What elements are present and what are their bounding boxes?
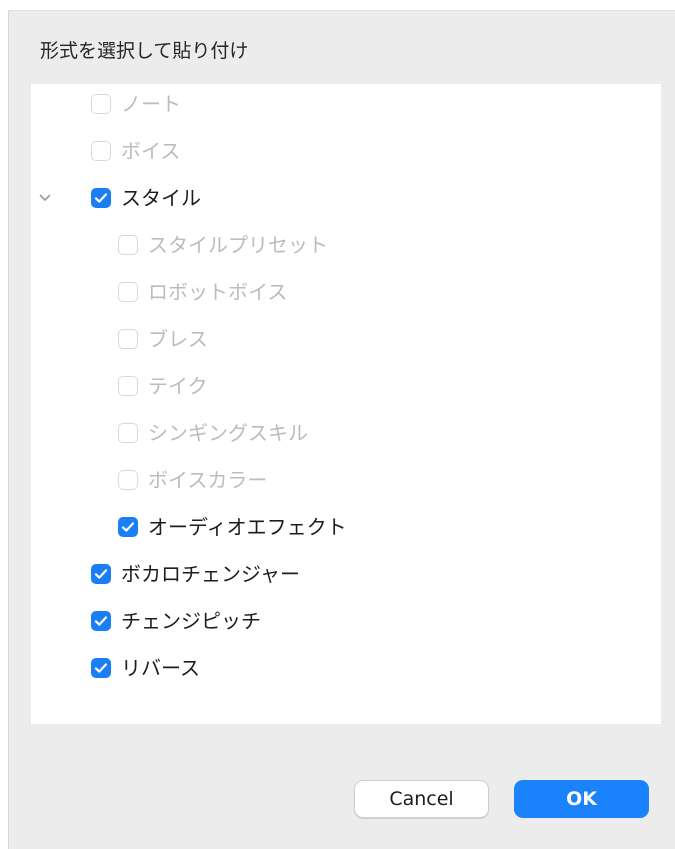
option-label: ボイス	[121, 139, 181, 163]
checkbox-change-pitch[interactable]	[91, 611, 111, 631]
option-label: ボイスカラー	[148, 468, 268, 492]
option-label: シンギングスキル	[148, 421, 308, 445]
ok-button[interactable]: OK	[514, 780, 649, 818]
format-options-list: ノート ボイス スタイル スタイルプリセット ロボットボイス ブレス テイク シ…	[31, 84, 661, 724]
option-row-take[interactable]: テイク	[118, 371, 208, 401]
checkbox-voice[interactable]	[91, 141, 111, 161]
option-label: スタイル	[121, 186, 201, 210]
option-row-voice[interactable]: ボイス	[91, 136, 180, 166]
dialog-title: 形式を選択して貼り付け	[40, 40, 249, 62]
option-row-voice-color[interactable]: ボイスカラー	[118, 465, 267, 495]
checkmark-icon	[121, 522, 135, 532]
option-label: スタイルプリセット	[148, 233, 328, 257]
option-label: ブレス	[148, 327, 208, 351]
option-row-style[interactable]: スタイル	[91, 183, 201, 213]
option-row-note[interactable]: ノート	[91, 89, 181, 119]
option-label: チェンジピッチ	[121, 609, 261, 633]
checkmark-icon	[94, 193, 108, 203]
option-label: オーディオエフェクト	[148, 515, 347, 539]
option-label: ノート	[121, 92, 181, 116]
option-label: ボカロチェンジャー	[121, 562, 300, 586]
option-row-change-pitch[interactable]: チェンジピッチ	[91, 606, 261, 636]
option-label: ロボットボイス	[148, 280, 288, 304]
checkbox-breath[interactable]	[118, 329, 138, 349]
checkbox-audio-effect[interactable]	[118, 517, 138, 537]
option-row-robot-voice[interactable]: ロボットボイス	[118, 277, 287, 307]
option-row-singing-skill[interactable]: シンギングスキル	[118, 418, 308, 448]
checkbox-style-preset[interactable]	[118, 235, 138, 255]
option-row-reverse[interactable]: リバース	[91, 653, 200, 683]
checkbox-vocalo-changer[interactable]	[91, 564, 111, 584]
checkbox-singing-skill[interactable]	[118, 423, 138, 443]
checkbox-take[interactable]	[118, 376, 138, 396]
checkbox-style[interactable]	[91, 188, 111, 208]
option-label: テイク	[148, 374, 208, 398]
checkmark-icon	[94, 616, 108, 626]
option-row-style-preset[interactable]: スタイルプリセット	[118, 230, 328, 260]
option-row-vocalo-changer[interactable]: ボカロチェンジャー	[91, 559, 300, 589]
option-row-breath[interactable]: ブレス	[118, 324, 208, 354]
checkbox-note[interactable]	[91, 94, 111, 114]
checkbox-reverse[interactable]	[91, 658, 111, 678]
cancel-button[interactable]: Cancel	[354, 780, 489, 818]
checkmark-icon	[94, 569, 108, 579]
checkbox-voice-color[interactable]	[118, 470, 138, 490]
checkbox-robot-voice[interactable]	[118, 282, 138, 302]
option-label: リバース	[121, 656, 200, 680]
paste-special-dialog: 形式を選択して貼り付け ノート ボイス スタイル スタイルプリセット ロボットボ…	[8, 10, 675, 849]
chevron-down-icon[interactable]	[37, 190, 53, 206]
checkmark-icon	[94, 663, 108, 673]
option-row-audio-effect[interactable]: オーディオエフェクト	[118, 512, 347, 542]
